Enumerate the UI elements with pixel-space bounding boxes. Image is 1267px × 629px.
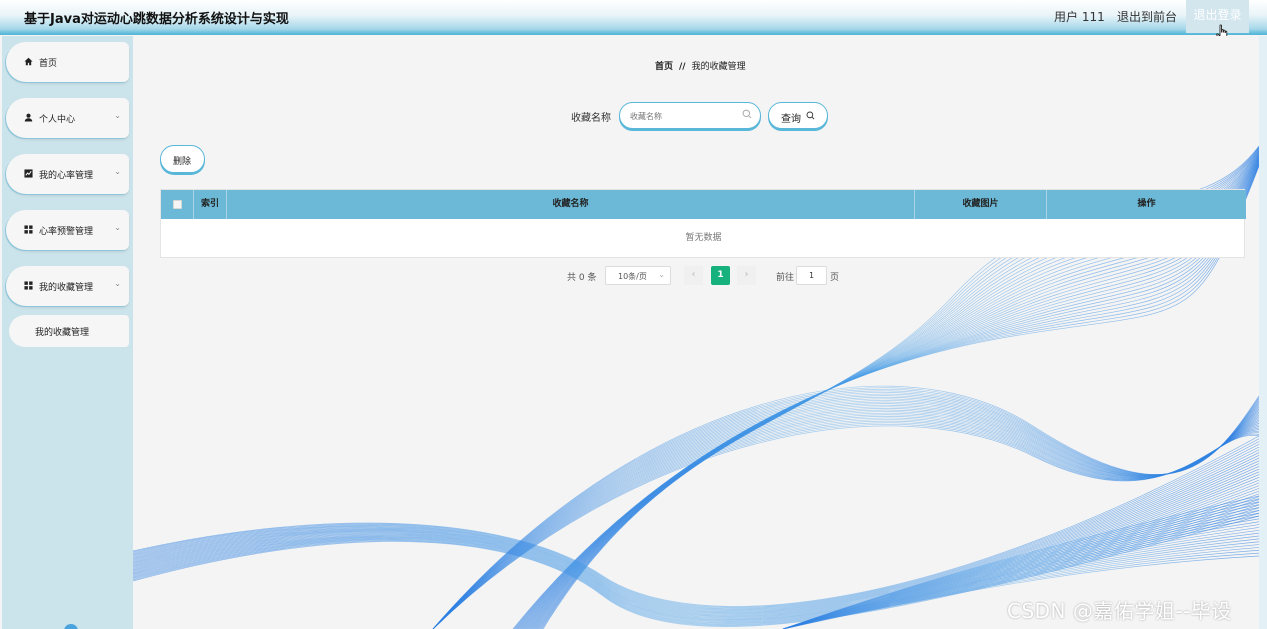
select-all-checkbox[interactable] (173, 200, 182, 209)
breadcrumb: 首页 // 我的收藏管理 (655, 59, 746, 72)
goto-page-input[interactable]: 1 (796, 266, 827, 285)
grid-icon (24, 281, 33, 290)
page-size-value: 10条/页 (618, 272, 647, 281)
pagination-total: 共 0 条 (567, 273, 597, 283)
current-user: 用户 111 (1054, 10, 1105, 24)
search-label: 收藏名称 (571, 113, 611, 124)
sidebar-item-heart-alert[interactable]: 心率预警管理 ⌄ (6, 210, 129, 250)
empty-message: 暂无数据 (685, 233, 722, 243)
query-button[interactable]: 查询 (768, 102, 828, 129)
chevron-down-icon: ⌄ (114, 111, 121, 120)
sidebar-item-heart-rate[interactable]: 我的心率管理 ⌄ (6, 154, 129, 194)
user-icon (24, 113, 33, 122)
chevron-down-icon: ⌄ (114, 279, 121, 288)
goto-label: 前往 (776, 273, 795, 283)
column-header-index: 索引 (194, 190, 227, 219)
delete-button-label: 删除 (173, 157, 192, 167)
chevron-down-icon: ⌄ (114, 167, 121, 176)
breadcrumb-separator: // (679, 62, 686, 72)
search-input[interactable] (630, 109, 740, 123)
delete-button[interactable]: 删除 (160, 145, 205, 173)
breadcrumb-current: 我的收藏管理 (691, 62, 746, 72)
search-icon (742, 109, 752, 119)
search-field[interactable] (619, 102, 761, 129)
prev-page-button[interactable]: ‹ (684, 266, 703, 285)
column-header-image: 收藏图片 (915, 190, 1047, 219)
search-icon (806, 111, 815, 120)
sidebar-item-label: 首页 (39, 59, 58, 69)
column-header-actions: 操作 (1137, 199, 1156, 209)
sidebar: 首页 个人中心 ⌄ 我的心率管理 ⌄ 心率预警管理 ⌄ 我的收藏管理 ⌄ 我的收… (2, 36, 133, 629)
sidebar-item-home[interactable]: 首页 (6, 42, 129, 82)
sidebar-item-personal-center[interactable]: 个人中心 ⌄ (6, 98, 129, 138)
page-size-select[interactable]: 10条/页 ⌄ (605, 266, 671, 285)
app-title: 基于Java对运动心跳数据分析系统设计与实现 (24, 12, 289, 27)
sidebar-subitem-label: 我的收藏管理 (35, 328, 90, 338)
select-all-cell (161, 190, 194, 219)
main-content: 首页 // 我的收藏管理 收藏名称 查询 删除 索引 收藏名称 收藏图片 操作 暂无… (133, 36, 1259, 629)
chart-icon (24, 169, 33, 178)
grid-icon (24, 225, 33, 234)
next-page-button[interactable]: › (737, 266, 756, 285)
csdn-watermark: CSDN @嘉佑学姐--毕设 (1007, 599, 1232, 623)
sidebar-item-label: 我的收藏管理 (39, 283, 94, 293)
sidebar-item-label: 我的心率管理 (39, 171, 94, 181)
sidebar-item-label: 个人中心 (39, 115, 76, 125)
favorites-table: 索引 收藏名称 收藏图片 操作 暂无数据 (160, 189, 1246, 258)
sidebar-decoration (64, 624, 78, 629)
right-edge (1259, 36, 1267, 629)
chevron-down-icon: ⌄ (658, 270, 665, 279)
exit-to-frontend-link[interactable]: 退出到前台 (1117, 8, 1177, 25)
chevron-down-icon: ⌄ (114, 223, 121, 232)
sidebar-subitem-favorites[interactable]: 我的收藏管理 (9, 315, 129, 347)
top-header: 基于Java对运动心跳数据分析系统设计与实现 用户 111 退出到前台 退出登录 (0, 0, 1267, 35)
sidebar-item-label: 心率预警管理 (39, 227, 94, 237)
breadcrumb-home[interactable]: 首页 (655, 62, 673, 72)
query-button-label: 查询 (781, 114, 801, 125)
home-icon (24, 57, 33, 66)
table-header: 索引 收藏名称 收藏图片 操作 (161, 190, 1246, 219)
sidebar-item-favorites[interactable]: 我的收藏管理 ⌄ (6, 266, 129, 306)
column-header-name: 收藏名称 (227, 190, 915, 219)
current-page-button[interactable]: 1 (711, 266, 730, 285)
page-suffix: 页 (830, 273, 840, 283)
